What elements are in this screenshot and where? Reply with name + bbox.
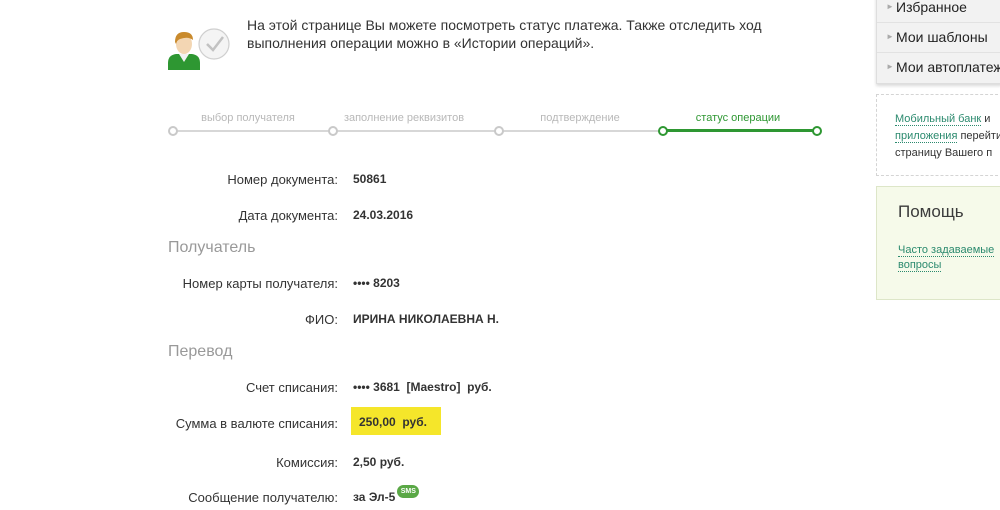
sms-icon: SMS [397,485,420,498]
faq-link[interactable]: Часто задаваемые вопросы [898,244,995,272]
fio-value: ИРИНА НИКОЛАЕВНА Н. [353,312,499,326]
commission-row: Комиссия: 2,50 руб. [0,455,860,475]
message-label: Сообщение получателю: [188,490,338,505]
transfer-section-title: Перевод [168,343,233,360]
mobile-bank-promo: Мобильный банк и приложения перейти стра… [876,94,1000,176]
account-row: Счет списания: •••• 3681 [Maestro] руб. [0,380,860,400]
account-value: •••• 3681 [Maestro] руб. [353,380,492,394]
fio-label: ФИО: [305,312,338,327]
doc-number-value: 50861 [353,172,387,186]
doc-date-label: Дата документа: [238,208,338,223]
message-value: за Эл-5 [353,490,396,504]
arrow-right-icon: ► [886,2,894,11]
arrow-right-icon: ► [886,62,894,71]
doc-number-row: Номер документа: 50861 [0,172,860,192]
promo-text: Мобильный банк и приложения перейти стра… [895,111,1000,162]
fio-row: ФИО: ИРИНА НИКОЛАЕВНА Н. [0,312,860,332]
card-number-label: Номер карты получателя: [182,276,338,291]
menu-item-autopayments[interactable]: ► Мои автоплатежи [877,53,1000,82]
amount-highlight: 250,00 руб. [351,407,441,435]
menu-item-label: Избранное [896,0,967,15]
faq-link-wrap: Часто задаваемые вопросы [898,243,1000,273]
amount-value: 250,00 руб. [359,415,427,429]
step-dot-confirm [494,126,504,136]
menu-item-label: Мои шаблоны [896,29,988,45]
step-label-status: статус операции [695,112,781,124]
step-dot-recipient [168,126,178,136]
doc-date-value: 24.03.2016 [353,208,414,222]
menu-item-templates[interactable]: ► Мои шаблоны [877,23,1000,53]
message-row: Сообщение получателю: за Эл-5 SMS [0,485,860,510]
step-label-confirm: подтверждение [540,112,620,124]
menu-item-favorites[interactable]: ► Избранное [877,0,1000,23]
apps-link[interactable]: приложения [895,130,958,143]
card-number-value: •••• 8203 [353,276,400,290]
card-number-row: Номер карты получателя: •••• 8203 [0,276,860,296]
step-dot-status [658,126,668,136]
commission-label: Комиссия: [276,455,338,470]
step-label-details: заполнение реквизитов [343,112,465,124]
progress-steps: выбор получателя заполнение реквизитов п… [168,108,824,142]
info-message: На этой странице Вы можете посмотреть ст… [247,17,762,51]
step-label-recipient: выбор получателя [201,112,295,124]
amount-label: Сумма в валюте списания: [175,416,338,431]
step-dot-details [328,126,338,136]
commission-value: 2,50 руб. [353,455,405,469]
promo-line1-rest: и [981,113,991,125]
promo-line3: страницу Вашего п [895,147,993,159]
doc-number-label: Номер документа: [227,172,338,187]
promo-line2-rest: перейти [957,130,1000,142]
progress-track-active [662,129,816,132]
progress-track [172,130,662,132]
account-label: Счет списания: [245,380,338,395]
arrow-right-icon: ► [886,32,894,41]
doc-date-row: Дата документа: 24.03.2016 [0,208,860,228]
payment-status-panel: На этой странице Вы можете посмотреть ст… [0,0,860,505]
message-value-wrap: за Эл-5 SMS [353,485,420,504]
help-title: Помощь [898,202,964,221]
user-avatar-icon [168,28,230,70]
mobile-bank-link[interactable]: Мобильный банк [895,113,982,126]
help-box: Помощь Часто задаваемые вопросы [876,186,1000,300]
menu-item-label: Мои автоплатежи [896,59,1000,75]
user-menu: ► Избранное ► Мои шаблоны ► Мои автоплат… [876,0,1000,84]
step-dot-end [812,126,822,136]
recipient-section-title: Получатель [168,239,256,256]
